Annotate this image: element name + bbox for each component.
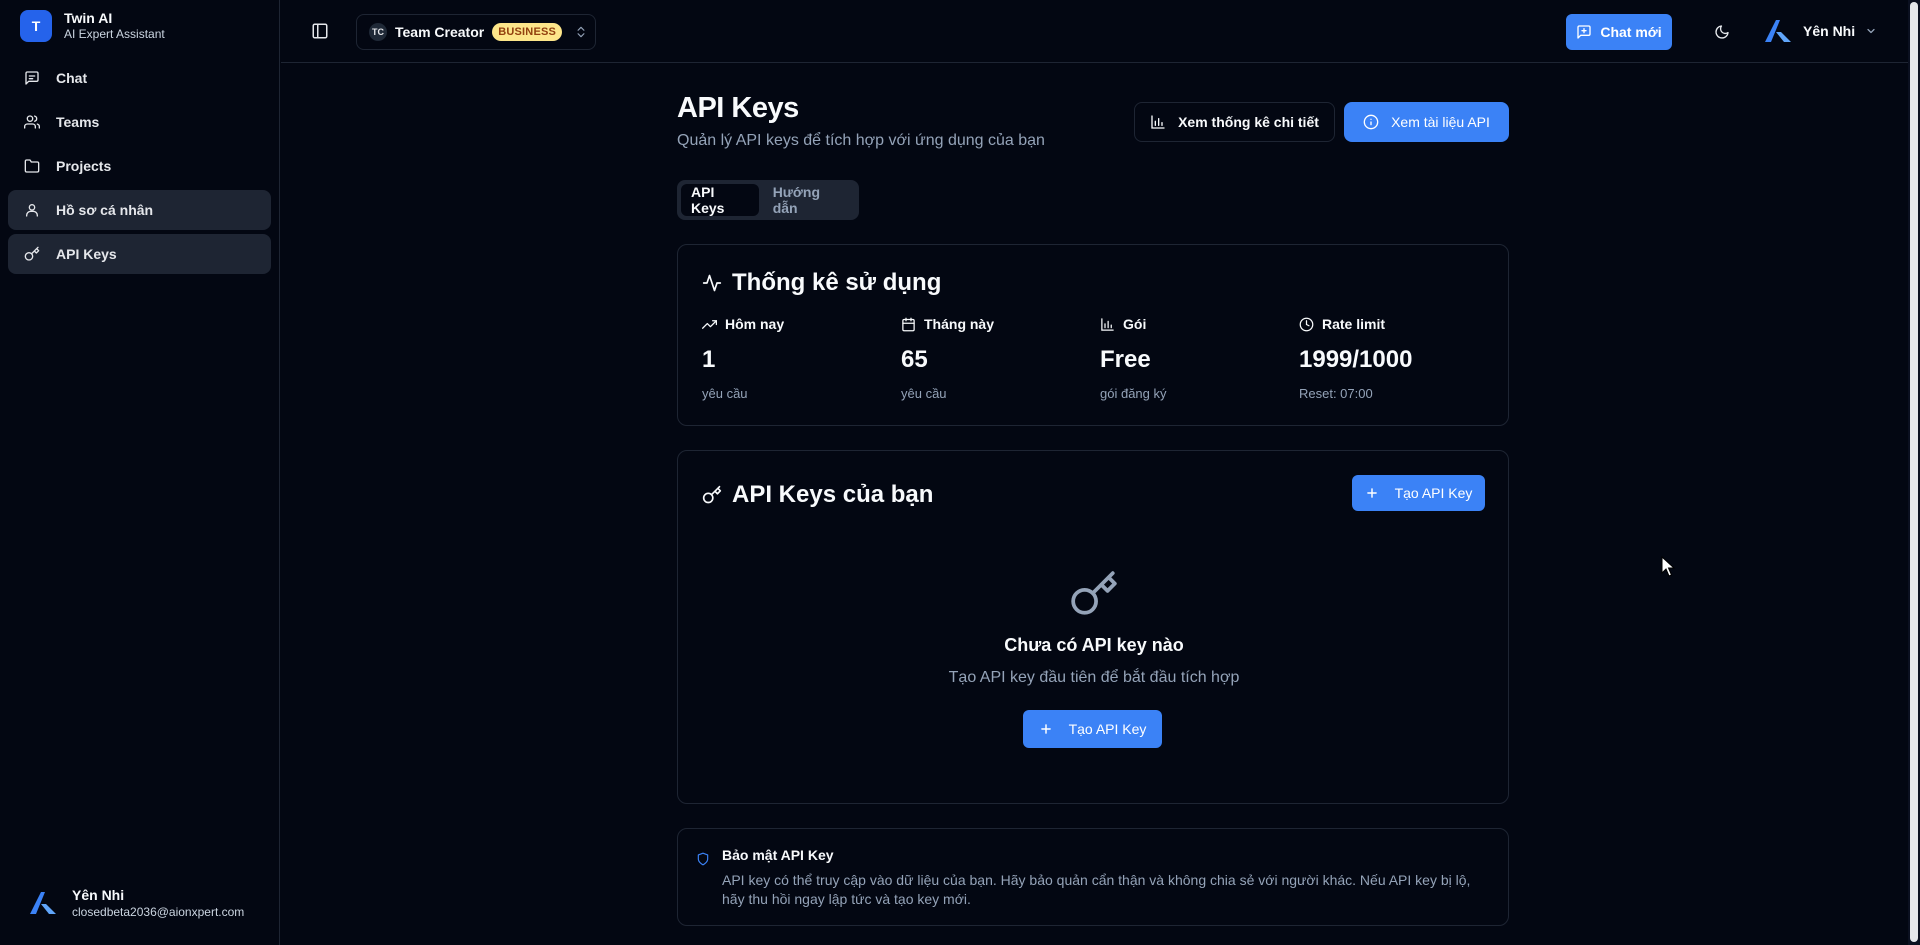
tab-api-keys[interactable]: API Keys	[681, 184, 759, 216]
activity-icon	[702, 274, 722, 292]
stat-sub: yêu cầu	[702, 386, 748, 401]
create-first-api-key-button[interactable]: Tạo API Key	[1023, 710, 1162, 748]
tabs: API Keys Hướng dẫn	[677, 180, 859, 220]
user-icon	[26, 204, 38, 217]
sidebar-item-label: Hồ sơ cá nhân	[56, 202, 154, 218]
api-keys-title-text: API Keys của bạn	[732, 481, 934, 508]
message-plus-icon	[1577, 25, 1592, 39]
chevrons-up-down-icon	[577, 26, 585, 38]
main-content: API Keys Quản lý API keys để tích hợp vớ…	[677, 88, 1509, 926]
stat-head: Tháng này	[901, 316, 1091, 332]
sidebar-item-label: Chat	[56, 70, 88, 86]
stat-sub: Reset: 07:00	[1299, 386, 1373, 401]
user-menu-name: Yên Nhi	[1803, 23, 1856, 39]
stat-value: 1999/1000	[1299, 346, 1413, 373]
stat-value: 65	[901, 346, 928, 373]
stat-today: Hôm nay 1 yêu cầu	[702, 316, 892, 401]
empty-state-title: Chưa có API key nào	[1004, 635, 1184, 655]
page-scrollbar[interactable]	[1908, 0, 1920, 945]
view-docs-label: Xem tài liệu API	[1391, 114, 1490, 130]
sidebar-item-teams[interactable]: Teams	[8, 102, 271, 142]
bar-chart-icon	[1101, 317, 1114, 331]
stat-head: Gói	[1100, 316, 1290, 332]
sidebar-item-projects[interactable]: Projects	[8, 146, 271, 186]
sidebar: T Twin AI AI Expert Assistant Chat Teams…	[0, 0, 280, 945]
sidebar-item-api-keys[interactable]: API Keys	[8, 234, 271, 274]
brand-logo: T	[20, 10, 52, 42]
create-api-key-label: Tạo API Key	[1394, 485, 1473, 501]
stat-label: Hôm nay	[725, 316, 785, 332]
plus-icon	[1366, 488, 1377, 498]
security-text: API key có thể truy cập vào dữ liệu của …	[722, 872, 1471, 907]
user-menu[interactable]: Yên Nhi	[1763, 18, 1877, 44]
trending-up-icon	[702, 319, 717, 329]
folder-icon	[24, 159, 40, 173]
sidebar-toggle-icon[interactable]	[311, 22, 329, 40]
stat-sub: yêu cầu	[901, 386, 947, 401]
stat-month: Tháng này 65 yêu cầu	[901, 316, 1091, 401]
sidebar-item-chat[interactable]: Chat	[8, 58, 271, 98]
brand-name: Twin AI	[64, 10, 113, 26]
key-icon	[702, 485, 722, 504]
stat-label: Tháng này	[924, 316, 995, 332]
sidebar-item-label: API Keys	[56, 246, 117, 262]
stat-head: Hôm nay	[702, 316, 892, 332]
create-api-key-button[interactable]: Tạo API Key	[1352, 475, 1485, 511]
stat-value: Free	[1100, 346, 1151, 373]
security-title: Bảo mật API Key	[722, 847, 834, 863]
key-icon	[24, 246, 40, 261]
clock-icon	[1299, 317, 1314, 331]
team-name: Team Creator	[395, 24, 485, 40]
api-keys-card: API Keys của bạn Tạo API Key Chưa có API…	[677, 450, 1509, 804]
shield-icon	[697, 852, 709, 866]
stat-rate-limit: Rate limit 1999/1000 Reset: 07:00	[1299, 316, 1489, 401]
stat-label: Rate limit	[1322, 316, 1386, 332]
aion-logo-icon	[1765, 20, 1791, 42]
stat-plan: Gói Free gói đăng ký	[1100, 316, 1290, 401]
create-first-api-key-label: Tạo API Key	[1068, 721, 1147, 737]
scrollbar-thumb[interactable]	[1910, 2, 1918, 942]
topbar: TC Team Creator BUSINESS Chat mới Yên Nh…	[281, 0, 1908, 63]
users-icon	[24, 115, 40, 129]
key-icon	[1071, 571, 1117, 615]
chevron-down-icon	[1867, 28, 1875, 34]
message-square-icon	[25, 71, 39, 85]
plus-icon	[1040, 724, 1051, 734]
view-stats-button[interactable]: Xem thống kê chi tiết	[1134, 102, 1335, 142]
tab-guide[interactable]: Hướng dẫn	[763, 184, 855, 216]
stat-label: Gói	[1123, 316, 1147, 332]
new-chat-button[interactable]: Chat mới	[1566, 14, 1672, 50]
usage-stats-card: Thống kê sử dụng Hôm nay 1 yêu cầu Tháng…	[677, 244, 1509, 426]
calendar-icon	[902, 317, 915, 331]
sidebar-item-profile[interactable]: Hồ sơ cá nhân	[8, 190, 271, 230]
team-avatar: TC	[369, 23, 387, 41]
brand[interactable]: T Twin AI AI Expert Assistant	[20, 10, 165, 42]
view-docs-button[interactable]: Xem tài liệu API	[1344, 102, 1509, 142]
plan-badge: BUSINESS	[492, 23, 563, 41]
info-icon	[1363, 114, 1379, 130]
brand-subtitle: AI Expert Assistant	[64, 27, 165, 41]
usage-stats-title: Thống kê sử dụng	[702, 269, 941, 297]
team-selector[interactable]: TC Team Creator BUSINESS	[356, 14, 596, 50]
empty-state-subtitle: Tạo API key đầu tiên để bắt đầu tích hợp	[948, 669, 1240, 686]
sidebar-nav: Chat Teams Projects Hồ sơ cá nhân API Ke…	[8, 58, 271, 278]
sidebar-item-label: Teams	[56, 114, 100, 130]
usage-stats-title-text: Thống kê sử dụng	[732, 269, 942, 296]
sidebar-user[interactable]: Yên Nhi closedbeta2036@aionxpert.com	[28, 886, 244, 920]
view-stats-label: Xem thống kê chi tiết	[1178, 114, 1319, 130]
sidebar-item-label: Projects	[56, 158, 112, 174]
api-keys-title: API Keys của bạn	[702, 481, 933, 509]
moon-icon[interactable]	[1714, 24, 1730, 40]
stat-head: Rate limit	[1299, 316, 1489, 332]
stat-sub: gói đăng ký	[1100, 386, 1167, 401]
sidebar-user-email: closedbeta2036@aionxpert.com	[72, 905, 245, 919]
new-chat-label: Chat mới	[1600, 24, 1662, 40]
sidebar-user-name: Yên Nhi	[72, 887, 125, 903]
mouse-cursor-icon	[1661, 556, 1675, 577]
aion-logo-icon	[30, 892, 56, 914]
bar-chart-icon	[1151, 115, 1165, 129]
security-notice: Bảo mật API Key API key có thể truy cập …	[677, 828, 1509, 926]
stat-value: 1	[702, 346, 716, 373]
